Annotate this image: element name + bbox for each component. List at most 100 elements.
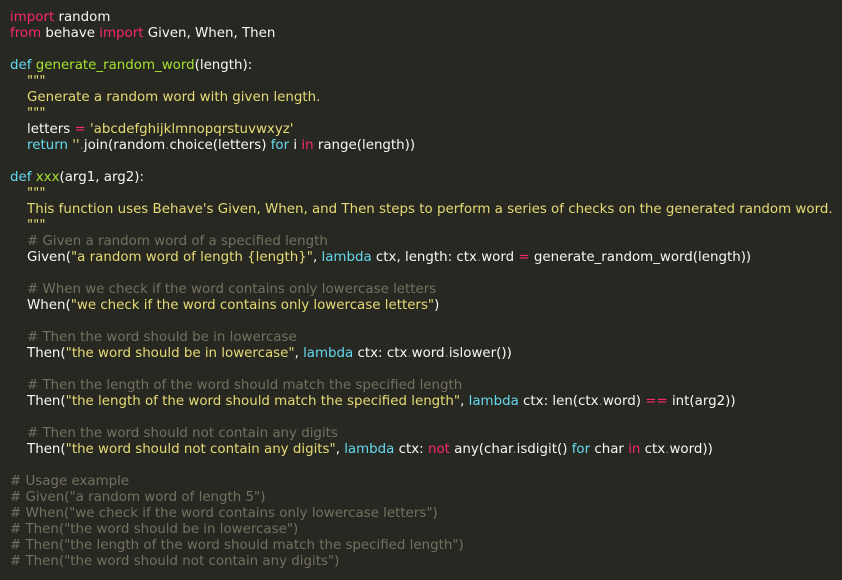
code-token: # Given a random word of a specified len…	[10, 234, 328, 249]
code-token: # Usage example	[10, 474, 130, 489]
code-token: "the word should be in lowercase"	[65, 346, 295, 361]
code-token: not	[427, 442, 450, 457]
code-token: in	[301, 138, 314, 153]
code-token: Then(	[10, 394, 66, 409]
code-line-15: # Given a random word of a specified len…	[10, 234, 842, 250]
code-token: xxx	[35, 170, 60, 185]
code-token: any(char	[449, 442, 513, 457]
code-token: 'abcdefghijklmnopqrstuvwxyz'	[89, 122, 294, 137]
code-token: Given(	[10, 250, 71, 265]
code-token: import	[99, 26, 144, 41]
code-token: word)	[602, 394, 646, 409]
code-line-24: # Then the length of the word should mat…	[10, 378, 842, 394]
code-line-35: # Then("the word should not contain any …	[10, 554, 842, 570]
code-token: def	[10, 170, 32, 185]
code-token: import	[10, 10, 55, 25]
code-token: # Then("the length of the word should ma…	[10, 538, 464, 553]
code-line-34: # Then("the length of the word should ma…	[10, 538, 842, 554]
code-line-6: Generate a random word with given length…	[10, 90, 842, 106]
code-token: "a random word of length {length}"	[71, 250, 313, 265]
code-token: """	[10, 106, 46, 121]
code-token: Then(	[10, 442, 66, 457]
code-token: lambda	[344, 442, 395, 457]
code-line-25: Then("the length of the word should matc…	[10, 394, 842, 410]
code-token: # When we check if the word contains onl…	[10, 282, 437, 297]
code-token: # When("we check if the word contains on…	[10, 506, 438, 521]
code-token: # Then("the word should be in lowercase"…	[10, 522, 299, 537]
code-token: isdigit()	[516, 442, 572, 457]
code-token: """	[10, 74, 46, 89]
code-token: =	[518, 250, 530, 265]
code-line-30: # Usage example	[10, 474, 842, 490]
code-token: choice(letters)	[169, 138, 271, 153]
code-token: )	[434, 298, 440, 313]
code-token: """	[10, 186, 46, 201]
code-line-31: # Given("a random word of length 5")	[10, 490, 842, 506]
code-token: ctx: ctx	[353, 346, 408, 361]
code-editor[interactable]: import random from behave import Given, W…	[0, 0, 842, 580]
code-line-21: # Then the word should be in lowercase	[10, 330, 842, 346]
code-token: lambda	[468, 394, 519, 409]
code-line-14: """	[10, 218, 842, 234]
code-token: # Then the word should not contain any d…	[10, 426, 338, 441]
code-token: word	[411, 346, 445, 361]
code-line-2: from behave import Given, When, Then	[10, 26, 842, 42]
code-token: random	[54, 10, 111, 25]
code-token: ,	[460, 394, 469, 409]
code-token: join(random	[83, 138, 166, 153]
code-token: ==	[645, 394, 668, 409]
code-token: return	[27, 138, 68, 153]
code-line-19: When("we check if the word contains only…	[10, 298, 842, 314]
code-token: # Given("a random word of length 5")	[10, 490, 266, 505]
code-token: islower())	[448, 346, 512, 361]
code-token: (arg1, arg2):	[59, 170, 144, 185]
code-token: "the word should not contain any digits"	[65, 442, 336, 457]
code-line-16: Given("a random word of length {length}"…	[10, 250, 842, 266]
code-token: ctx: len(ctx	[518, 394, 599, 409]
code-token: generate_random_word(length))	[529, 250, 752, 265]
code-token: i	[289, 138, 302, 153]
code-token: in	[628, 442, 641, 457]
code-line-18: # When we check if the word contains onl…	[10, 282, 842, 298]
code-token: for	[270, 138, 290, 153]
code-token: "the length of the word should match the…	[65, 394, 461, 409]
code-token: lambda	[303, 346, 354, 361]
code-token: Generate a random word with given length…	[10, 90, 321, 105]
code-line-8: letters = 'abcdefghijklmnopqrstuvwxyz'	[10, 122, 842, 138]
code-token: word	[481, 250, 519, 265]
code-token: "we check if the word contains only lowe…	[70, 298, 435, 313]
code-line-4: def generate_random_word(length):	[10, 58, 842, 74]
code-token: ctx	[640, 442, 666, 457]
code-line-22: Then("the word should be in lowercase", …	[10, 346, 842, 362]
code-token: for	[571, 442, 591, 457]
code-token: ,	[335, 442, 345, 457]
code-line-32: # When("we check if the word contains on…	[10, 506, 842, 522]
code-token: behave	[41, 26, 100, 41]
code-token: =	[74, 122, 86, 137]
code-line-12: """	[10, 186, 842, 202]
code-line-9: return ''.join(random.choice(letters) fo…	[10, 138, 842, 154]
code-line-13: This function uses Behave's Given, When,…	[10, 202, 842, 218]
code-token: When(	[10, 298, 71, 313]
code-token: ,	[294, 346, 304, 361]
code-token: lambda	[321, 250, 372, 265]
code-line-1: import random	[10, 10, 842, 26]
code-token: This function uses Behave's Given, When,…	[10, 202, 833, 217]
code-token: char	[590, 442, 629, 457]
code-token: generate_random_word	[35, 58, 195, 73]
code-token: letters	[10, 122, 75, 137]
code-line-11: def xxx(arg1, arg2):	[10, 170, 842, 186]
code-token: Then(	[10, 346, 66, 361]
code-line-27: # Then the word should not contain any d…	[10, 426, 842, 442]
code-token: from	[10, 26, 42, 41]
code-token: ctx, length: ctx	[371, 250, 477, 265]
code-token: # Then the word should be in lowercase	[10, 330, 297, 345]
code-token: ctx:	[394, 442, 428, 457]
